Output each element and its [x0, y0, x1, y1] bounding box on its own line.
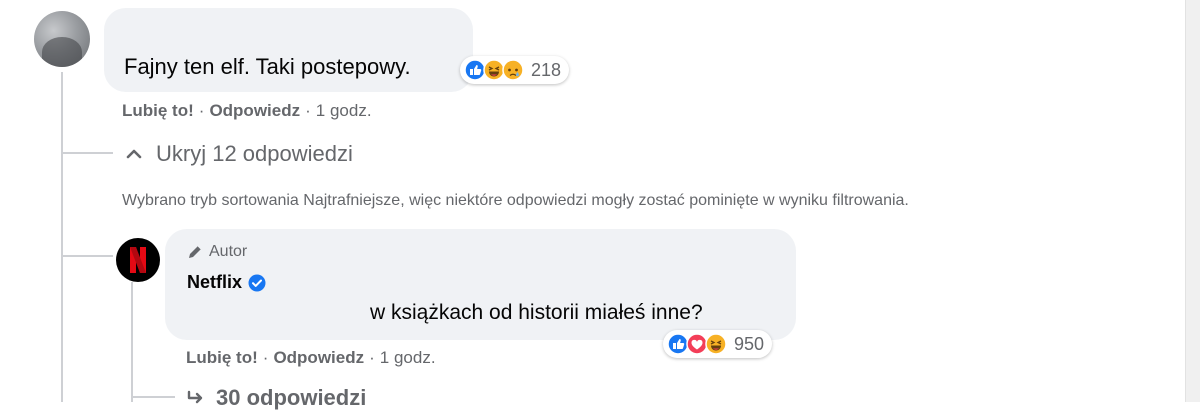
reaction-count: 950	[734, 333, 765, 354]
chevron-up-icon	[126, 149, 142, 159]
timestamp[interactable]: 1 godz.	[380, 348, 436, 368]
reply-arrow-icon	[187, 390, 203, 404]
comment-text: Fajny ten elf. Taki postepowy.	[124, 54, 411, 79]
haha-icon	[705, 333, 727, 355]
reaction-summary[interactable]: 218	[460, 56, 570, 84]
sad-icon	[502, 59, 524, 81]
reply-actions: Lubię to! · Odpowiedz · 1 godz.	[186, 348, 436, 368]
netflix-avatar[interactable]	[116, 238, 160, 282]
thread-line	[131, 282, 133, 402]
reply-link[interactable]: Odpowiedz	[209, 101, 300, 121]
hide-replies-label: Ukryj 12 odpowiedzi	[156, 141, 353, 166]
scrollbar[interactable]	[1185, 0, 1200, 402]
thread-branch	[61, 152, 113, 154]
reaction-count: 218	[531, 59, 562, 80]
comment-bubble: Fajny ten elf. Taki postepowy.	[104, 8, 473, 92]
reply-link[interactable]: Odpowiedz	[273, 348, 364, 368]
author-name[interactable]: Netflix	[187, 272, 242, 293]
thread-line	[61, 72, 63, 402]
pen-icon	[189, 245, 202, 258]
view-more-replies-button[interactable]: 30 odpowiedzi	[186, 385, 366, 411]
thread-branch	[131, 396, 175, 398]
netflix-logo-icon	[130, 247, 146, 273]
like-link[interactable]: Lubię to!	[186, 348, 258, 368]
like-link[interactable]: Lubię to!	[122, 101, 194, 121]
author-badge-label: Autor	[209, 243, 248, 260]
timestamp[interactable]: 1 godz.	[316, 101, 372, 121]
sort-notice: Wybrano tryb sortowania Najtrafniejsze, …	[122, 192, 909, 209]
verified-badge-icon	[248, 274, 266, 291]
reply-author: Netflix	[187, 272, 266, 293]
comment-actions: Lubię to! · Odpowiedz · 1 godz.	[122, 101, 372, 121]
more-replies-label: 30 odpowiedzi	[216, 385, 367, 410]
commenter-avatar[interactable]	[34, 11, 90, 67]
thread-branch	[61, 255, 113, 257]
hide-replies-button[interactable]: Ukryj 12 odpowiedzi	[126, 141, 353, 167]
author-badge: Autor	[187, 243, 247, 261]
reply-text: w książkach od historii miałeś inne?	[370, 301, 703, 324]
reaction-summary[interactable]: 950	[663, 330, 773, 358]
reply-bubble: Autor Netflix w książkach od historii mi…	[165, 229, 796, 340]
